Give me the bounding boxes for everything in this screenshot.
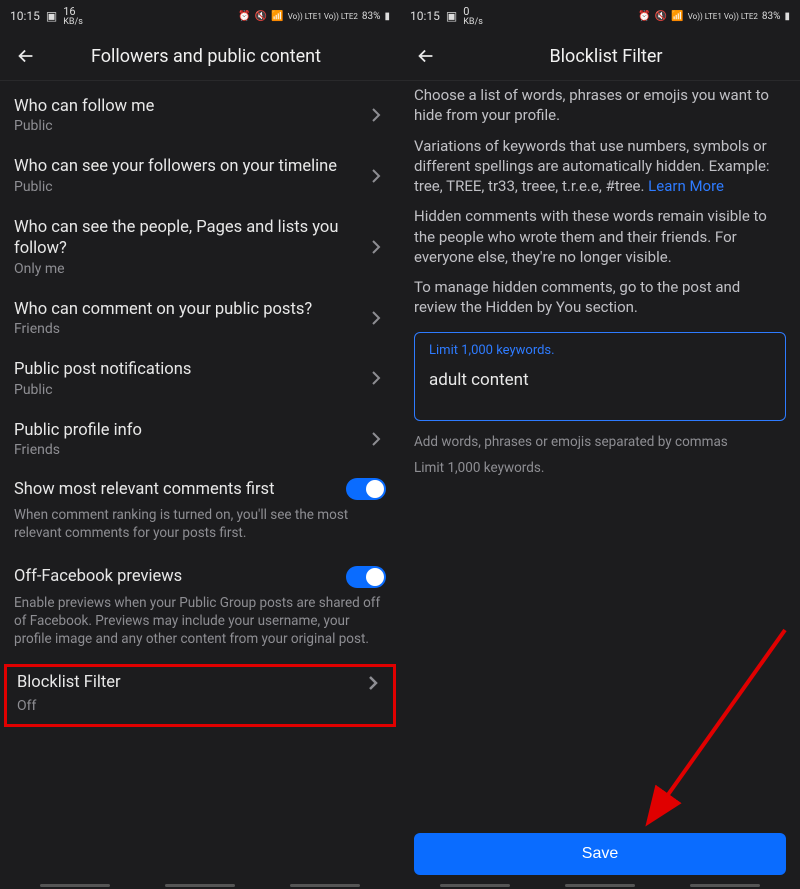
input-value: adult content — [429, 370, 771, 390]
helper-text-1: Add words, phrases or emojis separated b… — [400, 429, 800, 455]
row-sub: Friends — [14, 321, 366, 337]
row-who-can-follow[interactable]: Who can follow mePublic — [0, 85, 400, 145]
chevron-right-icon — [366, 106, 386, 124]
row-sub: Public — [14, 179, 366, 195]
status-bar-right: 10:15 ▣ 0KB/s ⏰ 🔇 📶 Vo)) LTE1 Vo)) LTE2 … — [400, 0, 800, 32]
chevron-right-icon — [366, 309, 386, 327]
row-label: Public post notifications — [14, 359, 366, 380]
header-right: Blocklist Filter — [400, 32, 800, 81]
chevron-right-icon — [366, 167, 386, 185]
row-people-pages-lists[interactable]: Who can see the people, Pages and lists … — [0, 206, 400, 288]
mute-icon: 🔇 — [255, 11, 267, 22]
image-icon: ▣ — [446, 9, 457, 23]
wifi-icon: 📶 — [271, 11, 283, 22]
wifi-icon: 📶 — [671, 11, 683, 22]
row-followers-timeline[interactable]: Who can see your followers on your timel… — [0, 145, 400, 205]
left-phone: 10:15 ▣ 16KB/s ⏰ 🔇 📶 Vo)) LTE1 Vo)) LTE2… — [0, 0, 400, 889]
nav-pill — [690, 884, 760, 887]
battery-percent: 83% — [762, 11, 781, 22]
nav-pill — [290, 884, 360, 887]
blocklist-sub: Off — [17, 698, 383, 714]
nav-pill — [440, 884, 510, 887]
intro-para-1: Choose a list of words, phrases or emoji… — [400, 81, 800, 132]
battery-percent: 83% — [362, 11, 381, 22]
row-sub: Public — [14, 118, 366, 134]
row-public-post-notifications[interactable]: Public post notifications Public — [0, 348, 400, 408]
image-icon: ▣ — [46, 9, 57, 23]
row-label: Who can comment on your public posts? — [14, 299, 366, 320]
chevron-right-icon — [366, 238, 386, 256]
clock: 10:15 — [10, 9, 40, 23]
toggle-desc: When comment ranking is turned on, you'l… — [0, 504, 400, 556]
row-relevant-comments-toggle[interactable]: Show most relevant comments first — [0, 469, 400, 504]
row-label: Public profile info — [14, 420, 366, 441]
toggle-desc: Enable previews when your Public Group p… — [0, 592, 400, 663]
nav-pill — [40, 884, 110, 887]
row-label: Who can follow me — [14, 96, 366, 117]
right-phone: 10:15 ▣ 0KB/s ⏰ 🔇 📶 Vo)) LTE1 Vo)) LTE2 … — [400, 0, 800, 889]
alarm-icon: ⏰ — [638, 11, 650, 22]
network-speed: 16KB/s — [63, 6, 83, 27]
signal-text: Vo)) LTE1 Vo)) LTE2 — [288, 12, 358, 21]
toggle-switch[interactable] — [346, 566, 386, 588]
back-button[interactable] — [14, 44, 38, 68]
row-label: Who can see your followers on your timel… — [14, 156, 366, 177]
input-limit-label: Limit 1,000 keywords. — [429, 343, 771, 358]
learn-more-link[interactable]: Learn More — [648, 177, 724, 195]
row-sub: Public — [14, 382, 366, 398]
row-public-profile-info[interactable]: Public profile infoFriends — [0, 409, 400, 469]
alarm-icon: ⏰ — [238, 11, 250, 22]
status-bar-left: 10:15 ▣ 16KB/s ⏰ 🔇 📶 Vo)) LTE1 Vo)) LTE2… — [0, 0, 400, 32]
row-sub: Only me — [14, 261, 366, 277]
intro-para-4: To manage hidden comments, go to the pos… — [400, 273, 800, 324]
row-sub: Friends — [14, 442, 366, 458]
battery-icon: ▮ — [384, 11, 390, 22]
blocklist-filter-row[interactable]: Blocklist Filter Off — [4, 664, 396, 727]
page-title: Blocklist Filter — [456, 46, 756, 67]
chevron-right-icon — [363, 674, 383, 692]
battery-icon: ▮ — [784, 11, 790, 22]
back-button[interactable] — [414, 44, 438, 68]
mute-icon: 🔇 — [655, 11, 667, 22]
row-who-can-comment[interactable]: Who can comment on your public posts?Fri… — [0, 288, 400, 348]
row-off-facebook-previews-toggle[interactable]: Off-Facebook previews — [0, 557, 400, 592]
row-label: Who can see the people, Pages and lists … — [14, 217, 366, 260]
save-button[interactable]: Save — [414, 833, 786, 875]
signal-text: Vo)) LTE1 Vo)) LTE2 — [688, 12, 758, 21]
chevron-right-icon — [366, 369, 386, 387]
blocklist-label: Blocklist Filter — [17, 673, 363, 692]
toggle-label: Off-Facebook previews — [14, 567, 346, 586]
chevron-right-icon — [366, 430, 386, 448]
toggle-switch[interactable] — [346, 478, 386, 500]
helper-text-2: Limit 1,000 keywords. — [400, 455, 800, 481]
clock: 10:15 — [410, 9, 440, 23]
intro-para-3: Hidden comments with these words remain … — [400, 202, 800, 273]
nav-pill — [565, 884, 635, 887]
page-title: Followers and public content — [56, 46, 356, 67]
network-speed: 0KB/s — [463, 6, 483, 27]
toggle-label: Show most relevant comments first — [14, 480, 346, 499]
nav-pill — [165, 884, 235, 887]
keywords-input[interactable]: Limit 1,000 keywords. adult content — [414, 332, 786, 421]
header-left: Followers and public content — [0, 32, 400, 81]
annotation-arrow — [620, 620, 800, 850]
intro-para-2: Variations of keywords that use numbers,… — [400, 132, 800, 203]
left-content: Who can follow mePublic Who can see your… — [0, 81, 400, 889]
